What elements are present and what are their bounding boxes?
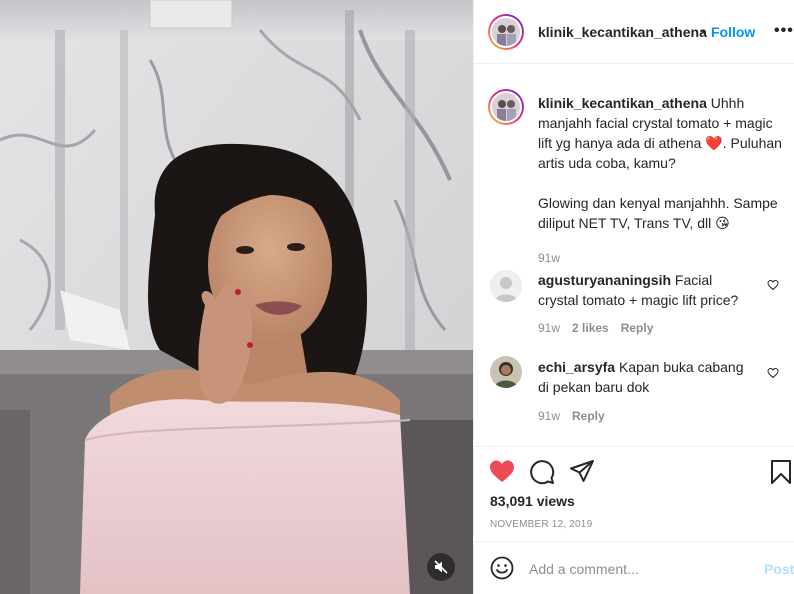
comment-1-avatar[interactable] <box>490 270 522 302</box>
muted-speaker-icon <box>434 560 448 574</box>
avatar-image <box>492 18 520 46</box>
post-header: klinik_kecantikan_athena • Follow ••• <box>474 0 794 64</box>
header-username[interactable]: klinik_kecantikan_athena <box>538 24 707 40</box>
heart-filled-icon[interactable] <box>489 459 515 483</box>
caption-time[interactable]: 91w <box>538 251 560 265</box>
comments-list[interactable]: klinik_kecantikan_athena Uhhh manjahh fa… <box>474 65 794 445</box>
comment-1-meta: 91w 2 likes Reply <box>538 321 653 335</box>
kiss-emoji: 😘 <box>715 215 730 231</box>
post-comment-button[interactable]: Post <box>764 561 794 577</box>
views-count[interactable]: 83,091 views <box>490 493 575 509</box>
comment-icon[interactable] <box>529 459 555 485</box>
post-date[interactable]: NOVEMBER 12, 2019 <box>490 519 592 530</box>
header-separator: • <box>701 23 706 39</box>
follow-button[interactable]: Follow <box>711 24 755 40</box>
caption-username[interactable]: klinik_kecantikan_athena <box>538 95 707 111</box>
comment-2-username[interactable]: echi_arsyfa <box>538 359 615 375</box>
comment-1-like-icon[interactable] <box>767 279 779 291</box>
add-comment-bar: Post <box>474 541 794 594</box>
comment-1-reply[interactable]: Reply <box>621 321 654 335</box>
comment-2-avatar-image <box>490 356 522 388</box>
comment-2-meta: 91w Reply <box>538 409 605 423</box>
post-panel: klinik_kecantikan_athena • Follow ••• kl… <box>473 0 794 594</box>
default-avatar-icon <box>490 270 522 302</box>
caption: klinik_kecantikan_athena Uhhh manjahh fa… <box>538 93 783 268</box>
bookmark-icon[interactable] <box>770 459 792 485</box>
comment-2-avatar[interactable] <box>490 356 522 388</box>
video-frame <box>0 0 473 594</box>
comment-1-time[interactable]: 91w <box>538 321 560 335</box>
caption-paragraph-2: Glowing dan kenyal manjahhh. Sampe dilip… <box>538 195 778 231</box>
post-actions: 83,091 views NOVEMBER 12, 2019 <box>474 446 794 541</box>
comment-2-time[interactable]: 91w <box>538 409 560 423</box>
comment-2-like-icon[interactable] <box>767 367 779 379</box>
mute-button[interactable] <box>427 553 455 581</box>
comment-2: echi_arsyfa Kapan buka cabang di pekan b… <box>538 357 753 397</box>
comment-1: agusturyananingsih Facial crystal tomato… <box>538 270 753 310</box>
comment-1-likes[interactable]: 2 likes <box>572 321 609 335</box>
caption-avatar-image <box>492 93 520 121</box>
comment-2-reply[interactable]: Reply <box>572 409 605 423</box>
add-comment-input[interactable] <box>529 559 739 579</box>
comment-1-username[interactable]: agusturyananingsih <box>538 272 671 288</box>
avatar[interactable] <box>490 16 522 48</box>
caption-avatar[interactable] <box>490 91 522 123</box>
more-options-icon[interactable]: ••• <box>774 22 794 40</box>
share-icon[interactable] <box>569 459 595 485</box>
emoji-icon[interactable] <box>490 556 514 580</box>
post-video[interactable] <box>0 0 473 594</box>
heart-emoji: ❤️ <box>705 135 723 151</box>
